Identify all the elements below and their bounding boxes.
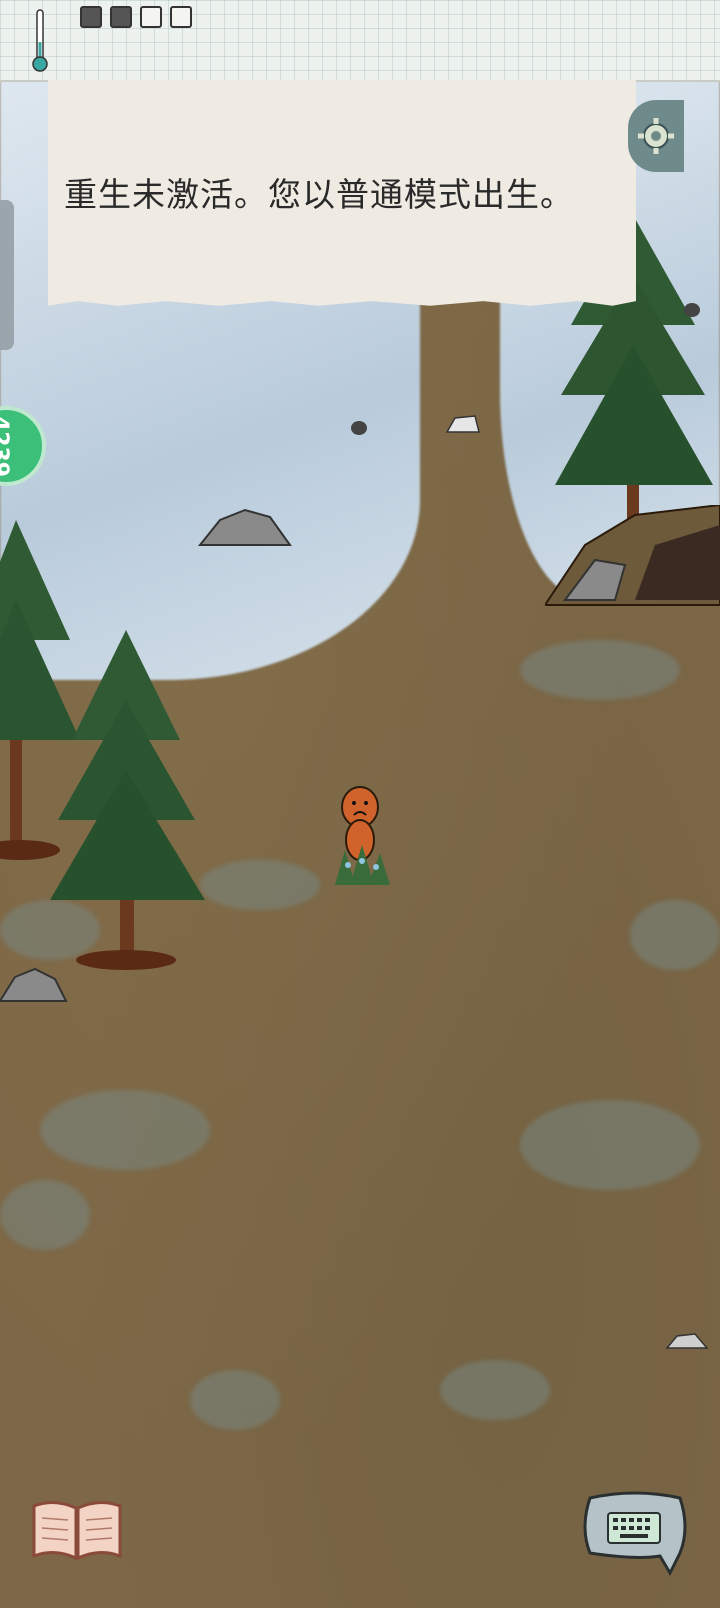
small-stone[interactable]	[683, 302, 701, 318]
pine-tree[interactable]	[50, 630, 210, 970]
slot-3[interactable]	[140, 6, 162, 28]
grass-patch	[520, 1100, 700, 1190]
message-panel: 重生未激活。您以普通模式出生。	[48, 80, 636, 306]
side-panel-tab[interactable]	[0, 200, 14, 350]
points-badge-text: 4239	[0, 415, 12, 477]
cave-entrance[interactable]	[545, 505, 720, 615]
thermometer-icon	[32, 9, 48, 72]
flint-stone[interactable]	[445, 414, 481, 436]
inventory-slots	[80, 6, 192, 28]
settings-button[interactable]	[628, 100, 684, 172]
grass-patch	[40, 1090, 210, 1170]
player-character[interactable]	[330, 785, 400, 895]
message-text: 重生未激活。您以普通模式出生。	[64, 175, 574, 214]
small-stone[interactable]	[350, 420, 368, 436]
book-icon[interactable]	[30, 1498, 124, 1562]
keyboard-chat-icon[interactable]	[580, 1488, 690, 1578]
boulder[interactable]	[0, 965, 70, 1005]
grass-patch	[630, 900, 720, 970]
boulder[interactable]	[195, 505, 295, 549]
gear-icon	[638, 118, 674, 154]
slot-4[interactable]	[170, 6, 192, 28]
status-notepad	[0, 0, 720, 82]
grass-patch	[0, 1180, 90, 1250]
slot-2[interactable]	[110, 6, 132, 28]
grass-patch	[520, 640, 680, 700]
slot-1[interactable]	[80, 6, 102, 28]
grass-patch	[190, 1370, 280, 1430]
grass-patch	[200, 860, 320, 910]
grass-patch	[440, 1360, 550, 1420]
small-rock[interactable]	[665, 1330, 710, 1350]
